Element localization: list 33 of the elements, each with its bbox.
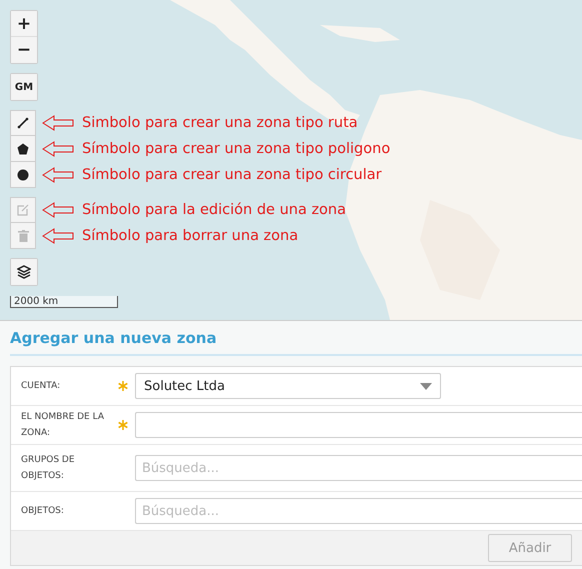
annotation-text: Símbolo para la edición de una zona bbox=[82, 202, 346, 218]
circle-icon bbox=[17, 168, 29, 180]
account-select[interactable]: Solutec Ltda bbox=[135, 373, 441, 399]
caret-icon bbox=[420, 382, 432, 390]
arrow-icon bbox=[42, 167, 74, 183]
scale-bar: 2000 km bbox=[10, 296, 118, 308]
gm-button[interactable]: GM bbox=[11, 74, 37, 100]
pentagon-icon bbox=[17, 142, 29, 154]
input-field[interactable] bbox=[135, 412, 582, 438]
layers-icon bbox=[17, 265, 31, 279]
field-label: CUENTA: bbox=[20, 380, 62, 393]
search-field[interactable]: Búsqueda... bbox=[135, 498, 582, 524]
layers-button[interactable] bbox=[11, 259, 37, 285]
zoom-in-button[interactable]: + bbox=[11, 11, 37, 37]
trash-icon bbox=[18, 230, 28, 242]
line-tool-button[interactable] bbox=[10, 110, 36, 136]
edit-icon bbox=[17, 204, 29, 216]
field-label: EL NOMBRE DE LA ZONA: bbox=[20, 411, 105, 440]
search-field[interactable]: Búsqueda... bbox=[135, 455, 582, 481]
field-label: OBJETOS: bbox=[20, 505, 65, 518]
annotation-text: Símbolo para borrar una zona bbox=[82, 228, 298, 244]
annotation-text: Símbolo para crear una zona tipo poligono bbox=[82, 141, 390, 157]
arrow-icon bbox=[42, 228, 74, 244]
annotation-text: Símbolo para crear una zona tipo circular bbox=[82, 167, 382, 183]
arrow-icon bbox=[42, 202, 74, 218]
annotation-text: Simbolo para crear una zona tipo ruta bbox=[82, 115, 358, 131]
arrow-icon bbox=[42, 115, 74, 131]
polygon-tool-button[interactable] bbox=[10, 136, 36, 162]
circle-tool-button[interactable] bbox=[10, 162, 36, 188]
panel-title: Agregar una nueva zona bbox=[10, 321, 582, 356]
arrow-icon bbox=[42, 141, 74, 157]
line-icon bbox=[17, 117, 29, 129]
field-label: GRUPOS DE OBJETOS: bbox=[20, 454, 76, 483]
